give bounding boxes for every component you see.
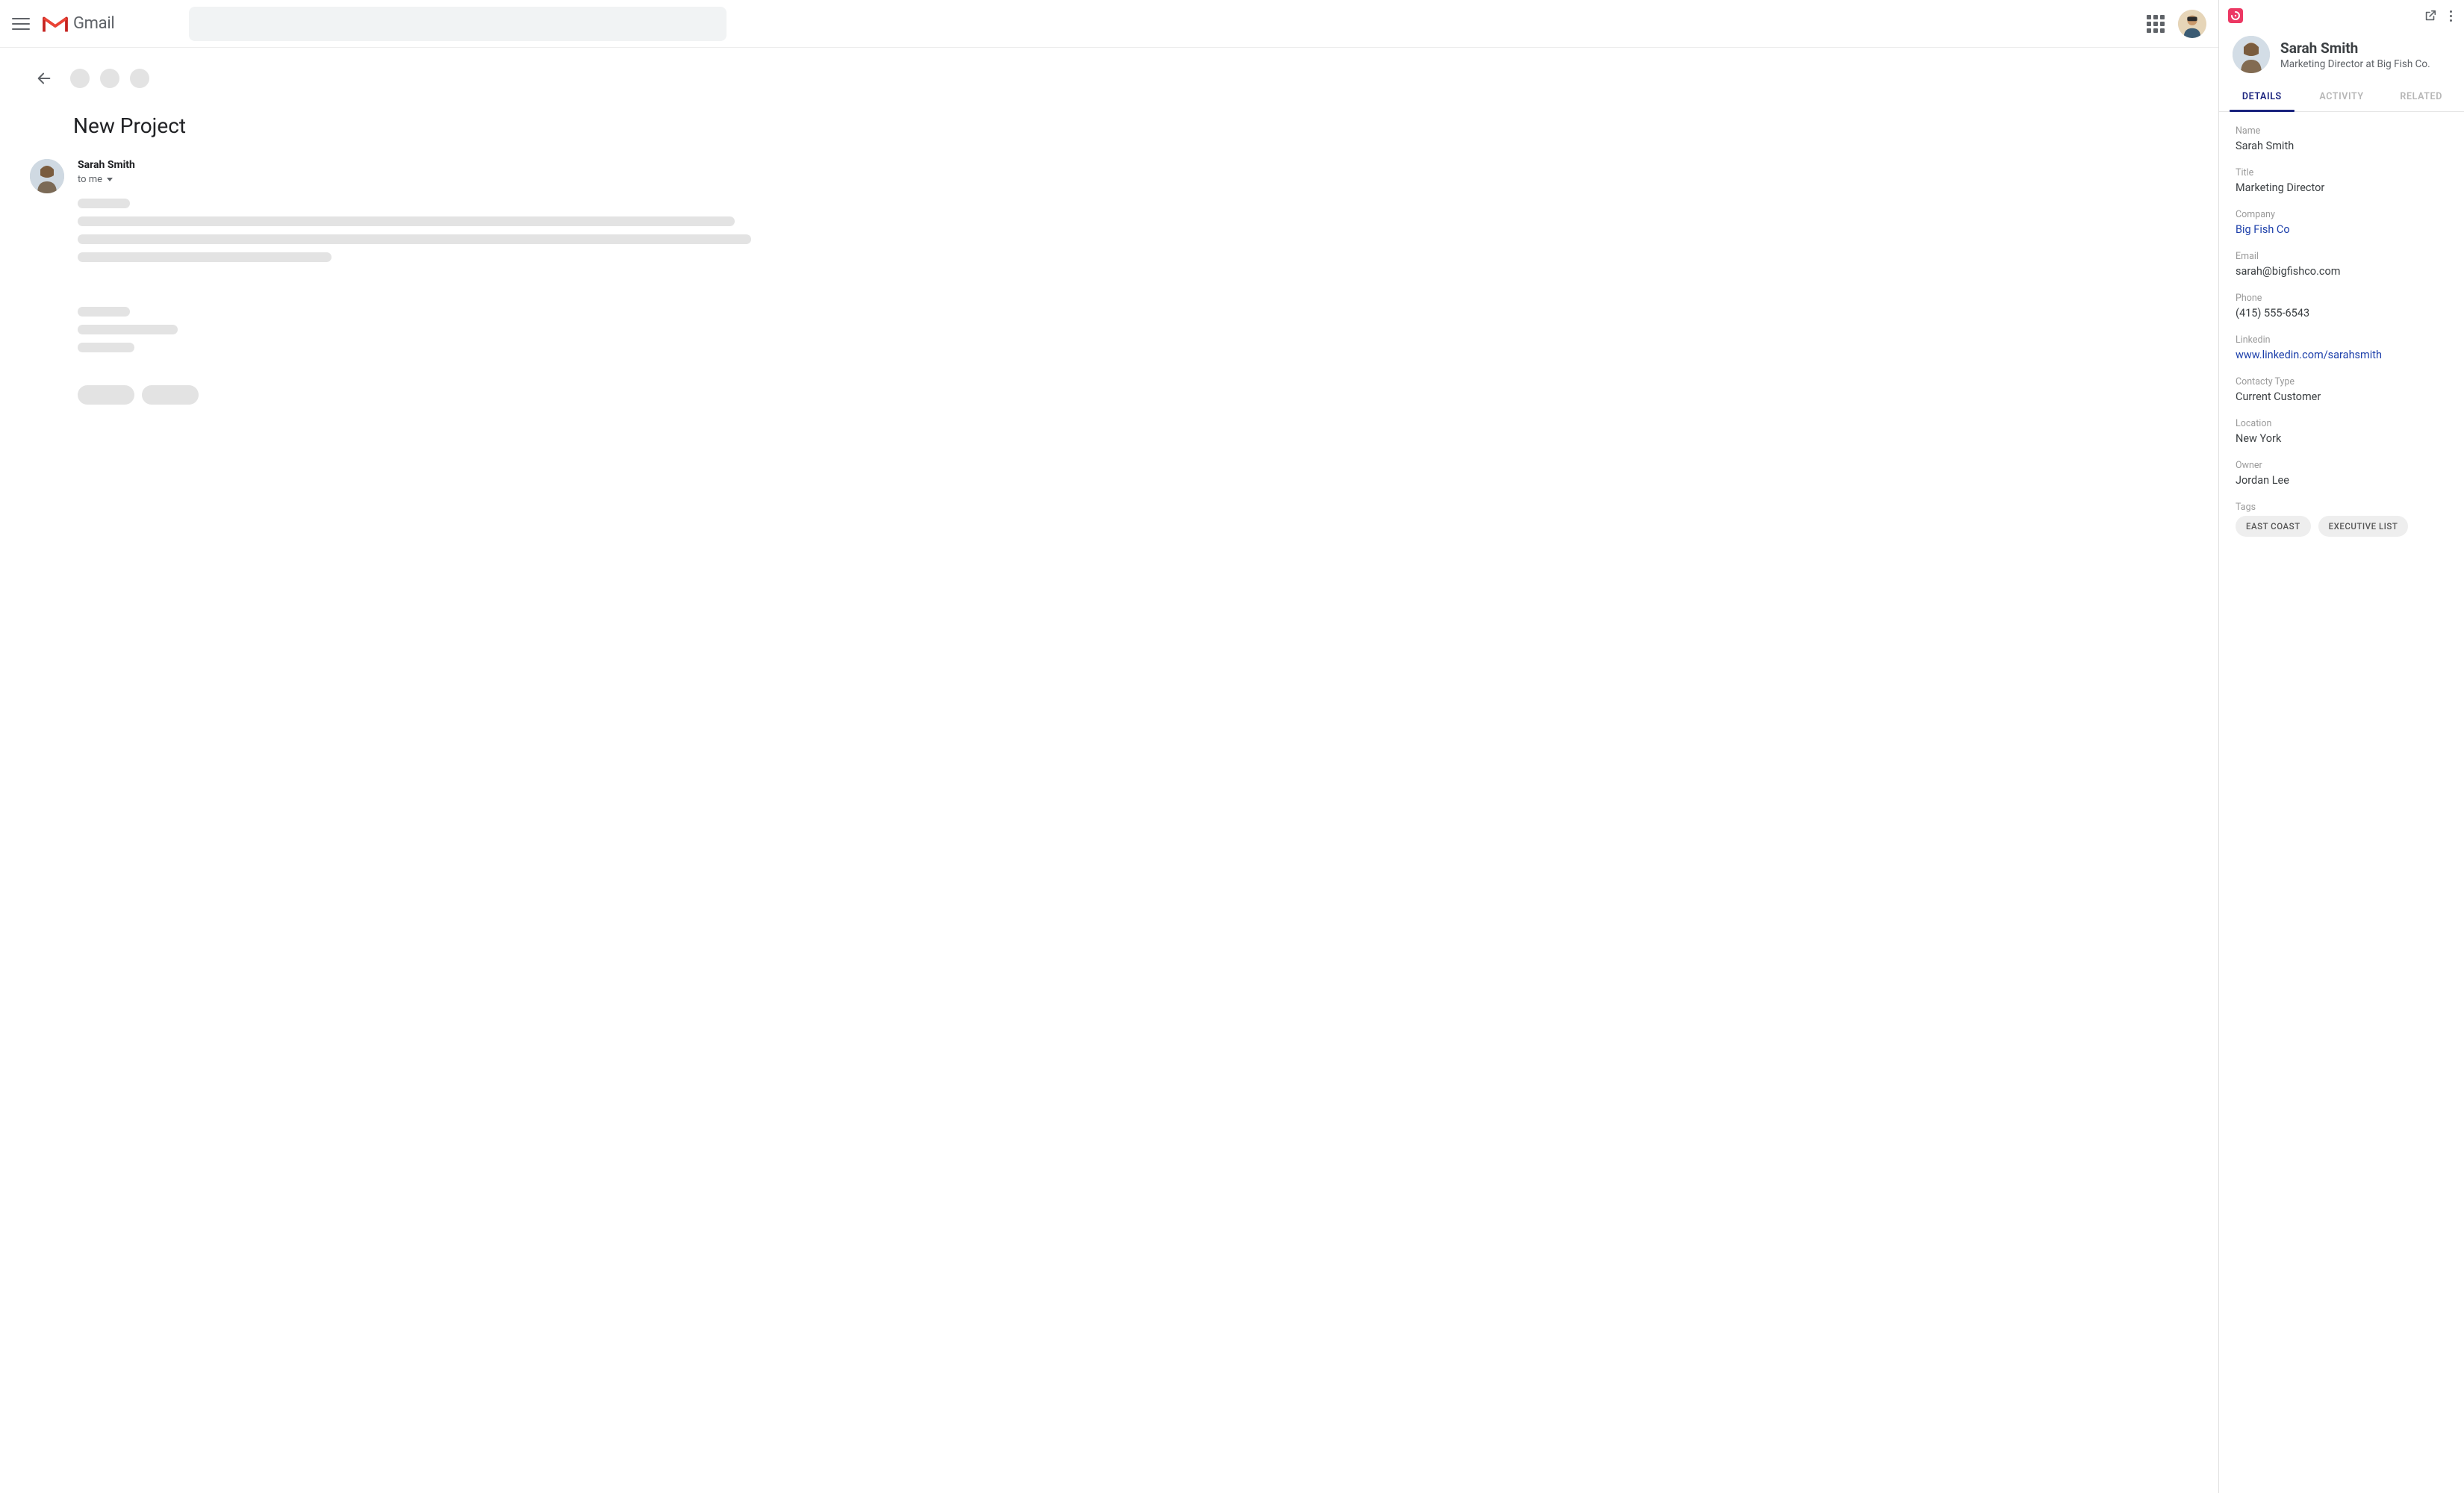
crm-brand-icon[interactable] — [2228, 8, 2243, 23]
gmail-icon — [42, 13, 69, 34]
contact-subtitle: Marketing Director at Big Fish Co. — [2280, 58, 2430, 70]
field-value-company[interactable]: Big Fish Co — [2236, 223, 2448, 236]
email-content: New Project Sarah Smith to me — [0, 48, 2218, 1493]
field-label-owner: Owner — [2236, 460, 2448, 471]
sender-avatar[interactable] — [30, 159, 64, 193]
field-label-linkedin: Linkedin — [2236, 334, 2448, 346]
recipient-text: to me — [78, 174, 102, 185]
field-label-tags: Tags — [2236, 502, 2448, 513]
toolbar-action-1[interactable] — [70, 69, 90, 88]
toolbar-action-3[interactable] — [130, 69, 149, 88]
more-menu-icon[interactable] — [2445, 10, 2457, 22]
field-value-contact-type: Current Customer — [2236, 390, 2448, 403]
email-subject: New Project — [73, 113, 2188, 138]
search-input[interactable] — [189, 7, 727, 41]
reply-button[interactable] — [78, 385, 134, 405]
field-value-location: New York — [2236, 432, 2448, 445]
tag-chip[interactable]: EXECUTIVE LIST — [2318, 516, 2409, 537]
field-value-email[interactable]: sarah@bigfishco.com — [2236, 265, 2448, 278]
email-body-placeholder — [78, 199, 2188, 352]
field-value-owner: Jordan Lee — [2236, 474, 2448, 487]
popout-icon[interactable] — [2424, 9, 2437, 22]
field-value-name: Sarah Smith — [2236, 140, 2448, 152]
gmail-logo-text: Gmail — [73, 14, 114, 33]
account-avatar[interactable] — [2178, 10, 2206, 38]
field-value-phone[interactable]: (415) 555-6543 — [2236, 307, 2448, 320]
google-apps-icon[interactable] — [2147, 15, 2165, 33]
tab-activity[interactable]: ACTIVITY — [2302, 84, 2382, 111]
tag-chip[interactable]: EAST COAST — [2236, 516, 2311, 537]
field-label-company: Company — [2236, 209, 2448, 220]
back-arrow-icon[interactable] — [36, 70, 52, 87]
field-label-location: Location — [2236, 418, 2448, 429]
field-label-phone: Phone — [2236, 293, 2448, 304]
recipient-dropdown[interactable]: to me — [78, 174, 2188, 185]
chevron-down-icon — [107, 178, 113, 181]
tab-details[interactable]: DETAILS — [2222, 84, 2302, 111]
field-label-title: Title — [2236, 167, 2448, 178]
field-value-linkedin[interactable]: www.linkedin.com/sarahsmith — [2236, 349, 2448, 361]
gmail-logo[interactable]: Gmail — [42, 13, 114, 34]
field-value-title: Marketing Director — [2236, 181, 2448, 194]
field-label-name: Name — [2236, 125, 2448, 137]
tab-related[interactable]: RELATED — [2381, 84, 2461, 111]
menu-icon[interactable] — [12, 15, 30, 33]
crm-side-panel: Sarah Smith Marketing Director at Big Fi… — [2219, 0, 2464, 1493]
sender-name: Sarah Smith — [78, 159, 2188, 171]
field-label-contact-type: Contacty Type — [2236, 376, 2448, 387]
forward-button[interactable] — [142, 385, 199, 405]
gmail-topbar: Gmail — [0, 0, 2218, 48]
contact-avatar — [2233, 36, 2270, 73]
field-label-email: Email — [2236, 251, 2448, 262]
toolbar-action-2[interactable] — [100, 69, 119, 88]
contact-name: Sarah Smith — [2280, 40, 2430, 57]
